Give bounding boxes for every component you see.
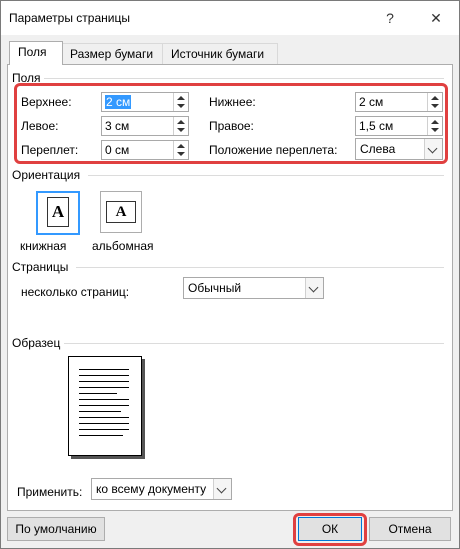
page-preview [68,356,142,456]
portrait-page-icon: A [47,197,69,227]
top-margin-spinner[interactable]: 2 см [101,92,189,112]
pages-group-label: Страницы [12,260,69,274]
top-margin-label: Верхнее: [21,95,72,109]
set-as-default-button[interactable]: По умолчанию [7,517,105,541]
landscape-page-icon: A [106,201,136,223]
portrait-orientation-button[interactable]: A [36,191,80,235]
apply-to-select[interactable]: ко всему документу [91,478,232,500]
apply-to-label: Применить: [17,485,83,499]
spinner-arrows[interactable] [427,93,442,111]
help-icon[interactable]: ? [379,7,401,29]
spin-down-icon[interactable] [177,152,185,156]
left-margin-spinner[interactable]: 3 см [101,116,189,136]
multiple-pages-value[interactable]: Обычный [188,281,241,295]
left-margin-label: Левое: [21,119,59,133]
spin-up-icon[interactable] [177,144,185,148]
spin-up-icon[interactable] [177,96,185,100]
gutter-spinner[interactable]: 0 см [101,140,189,160]
chevron-down-icon[interactable] [213,479,231,499]
multiple-pages-select[interactable]: Обычный [183,277,324,299]
spinner-arrows[interactable] [173,93,188,111]
gutter-label: Переплет: [21,143,79,157]
tab-paper-size[interactable]: Размер бумаги [61,43,164,64]
gutter-value[interactable]: 0 см [105,143,129,157]
cancel-button[interactable]: Отмена [369,517,451,541]
divider [44,78,444,79]
spin-down-icon[interactable] [177,104,185,108]
chevron-down-icon[interactable] [424,139,442,159]
landscape-label[interactable]: альбомная [92,239,154,253]
right-margin-spinner[interactable]: 1,5 см [355,116,443,136]
divider [76,267,444,268]
spin-down-icon[interactable] [177,128,185,132]
page-setup-dialog: Параметры страницы ? ✕ Поля Размер бумаг… [0,0,460,549]
spin-up-icon[interactable] [431,96,439,100]
apply-to-value[interactable]: ко всему документу [96,482,206,496]
divider [64,343,444,344]
bottom-margin-spinner[interactable]: 2 см [355,92,443,112]
spinner-arrows[interactable] [427,117,442,135]
left-margin-value[interactable]: 3 см [105,119,129,133]
right-margin-value[interactable]: 1,5 см [359,119,393,133]
chevron-down-icon[interactable] [305,278,323,298]
spin-up-icon[interactable] [431,120,439,124]
top-margin-value[interactable]: 2 см [105,95,132,109]
ok-button[interactable]: ОК [298,517,362,541]
gutter-position-select[interactable]: Слева [355,138,443,160]
spinner-arrows[interactable] [173,117,188,135]
margins-panel: Поля Верхнее: 2 см Нижнее: 2 см Левое: 3… [7,64,453,511]
multiple-pages-label: несколько страниц: [21,285,130,299]
preview-group-label: Образец [12,336,61,350]
divider [88,175,444,176]
close-icon[interactable]: ✕ [425,7,447,29]
window-title: Параметры страницы [9,11,130,25]
orientation-group-label: Ориентация [12,168,81,182]
bottom-margin-value[interactable]: 2 см [359,95,383,109]
spinner-arrows[interactable] [173,141,188,159]
gutter-position-label: Положение переплета: [209,143,338,157]
bottom-margin-label: Нижнее: [209,95,256,109]
title-bar: Параметры страницы ? ✕ [1,1,459,35]
tab-margins[interactable]: Поля [9,41,63,65]
portrait-label[interactable]: книжная [20,239,66,253]
landscape-orientation-button[interactable]: A [100,191,142,233]
right-margin-label: Правое: [209,119,254,133]
spin-down-icon[interactable] [431,104,439,108]
spin-down-icon[interactable] [431,128,439,132]
gutter-position-value[interactable]: Слева [360,142,395,156]
tab-paper-source[interactable]: Источник бумаги [162,43,278,64]
spin-up-icon[interactable] [177,120,185,124]
